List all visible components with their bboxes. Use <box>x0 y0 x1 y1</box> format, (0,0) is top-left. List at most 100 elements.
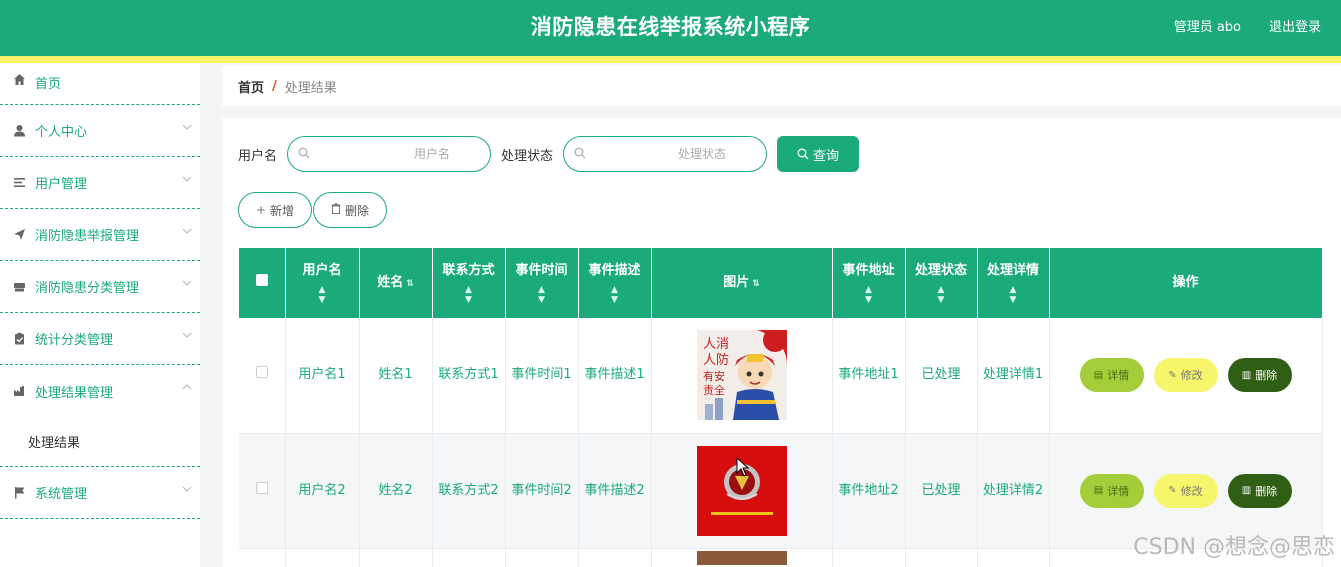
cell-contact: 联系方式2 <box>432 433 506 549</box>
list-icon <box>12 176 26 190</box>
top-header: 消防隐患在线举报系统小程序 管理员 abo 退出登录 <box>0 0 1341 56</box>
username-search-input[interactable] <box>316 145 451 163</box>
chevron-up-icon <box>182 383 192 394</box>
sidebar-subitem-results[interactable]: 处理结果 <box>0 417 200 467</box>
edit-button-label: 修改 <box>1180 369 1203 383</box>
cell-time: 事件时间1 <box>505 318 579 434</box>
sort-icon: ⇅ <box>406 278 414 289</box>
col-name[interactable]: 姓名 ⇅ <box>359 248 433 318</box>
col-header-label: 图片 <box>723 274 750 290</box>
row-checkbox[interactable] <box>255 481 268 494</box>
sidebar-item-system[interactable]: 系统管理 <box>0 467 200 519</box>
mouse-cursor-icon <box>736 456 750 481</box>
search-row: 用户名 处理状态 查询 <box>238 136 860 172</box>
cell-status <box>905 548 978 567</box>
col-header-label: 事件时间 <box>515 263 568 278</box>
detail-button[interactable]: ▤ 详情 <box>1079 358 1144 393</box>
cell-detail: 处理详情1 <box>977 318 1050 434</box>
batch-delete-button[interactable]: 删除 <box>313 192 387 228</box>
col-time[interactable]: 事件时间 ▲ ▼ <box>505 248 579 318</box>
search-icon <box>797 148 809 160</box>
plus-icon: + <box>255 203 267 217</box>
sort-icon: ▲ ▼ <box>937 285 945 305</box>
col-address[interactable]: 事件地址 ▲ ▼ <box>832 248 906 318</box>
trash-icon: ▥ <box>1241 485 1252 496</box>
cell-address: 事件地址2 <box>832 433 906 549</box>
cell-contact <box>432 548 506 567</box>
logout-link[interactable]: 退出登录 <box>1269 16 1321 35</box>
edit-button[interactable]: ✎ 修改 <box>1153 358 1218 393</box>
report-image-thumbnail[interactable] <box>696 551 787 565</box>
add-button[interactable]: + 新增 <box>238 192 312 228</box>
query-button[interactable]: 查询 <box>777 136 860 172</box>
header-accent-strip <box>0 56 1341 63</box>
sidebar-item-stats-category[interactable]: 统计分类管理 <box>0 313 200 365</box>
col-username[interactable]: 用户名 ▲ ▼ <box>285 248 360 318</box>
row-checkbox[interactable] <box>255 366 268 379</box>
sort-icon: ▲ ▼ <box>318 285 326 305</box>
status-filter-label: 处理状态 <box>501 148 554 164</box>
col-ops: 操作 <box>1049 248 1323 318</box>
svg-text:有安: 有安 <box>703 369 725 383</box>
sidebar-item-label: 消防隐患分类管理 <box>35 281 140 296</box>
col-image[interactable]: 图片 ⇅ <box>651 248 833 318</box>
select-all-checkbox[interactable] <box>255 274 268 286</box>
col-contact[interactable]: 联系方式 ▲ ▼ <box>432 248 506 318</box>
content-panel: 用户名 处理状态 查询 + 新增 <box>222 118 1341 567</box>
watermark: CSDN @想念@思恋 <box>1133 535 1335 560</box>
sort-icon: ▲ ▼ <box>865 285 872 305</box>
sidebar-item-home[interactable]: 首页 <box>0 63 200 105</box>
sort-icon: ▲ ▼ <box>1009 285 1017 305</box>
col-detail[interactable]: 处理详情 ▲ ▼ <box>977 248 1050 318</box>
cell-detail: 处理详情2 <box>977 433 1050 549</box>
app-title: 消防隐患在线举报系统小程序 <box>530 15 811 39</box>
cell-name: 姓名2 <box>359 433 433 549</box>
report-image-thumbnail[interactable]: 人消 人防 有安 责全 <box>696 330 787 421</box>
username-search-box <box>287 136 492 172</box>
box-icon <box>12 280 26 294</box>
user-icon <box>12 124 26 138</box>
search-icon <box>298 147 310 162</box>
col-status[interactable]: 处理状态 ▲ ▼ <box>905 248 978 318</box>
detail-button[interactable]: ▤ 详情 <box>1079 473 1144 508</box>
delete-button-label: 删除 <box>1255 369 1278 383</box>
delete-button-label: 删除 <box>1255 484 1278 498</box>
breadcrumb-current: 处理结果 <box>284 80 337 96</box>
col-desc[interactable]: 事件描述 ▲ ▼ <box>578 248 652 318</box>
select-all-cell <box>239 248 286 318</box>
col-header-label: 事件地址 <box>842 263 895 278</box>
cell-image: 人消 人防 有安 责全 <box>651 318 833 434</box>
sidebar-item-result-mgmt[interactable]: 处理结果管理 <box>0 365 200 417</box>
col-header-label: 姓名 <box>377 274 404 290</box>
chevron-down-icon <box>182 227 192 238</box>
col-header-label: 事件描述 <box>588 263 641 278</box>
pencil-icon: ✎ <box>1168 485 1177 496</box>
status-search-input[interactable] <box>592 145 727 163</box>
sidebar: 首页 个人中心 用户管理 消防隐患举报管理 消防隐患分类管理 统计分类管理 处理… <box>0 63 200 567</box>
row-select-cell <box>239 433 286 549</box>
sidebar-item-profile[interactable]: 个人中心 <box>0 105 200 157</box>
col-header-label: 处理详情 <box>986 263 1039 278</box>
cell-name: 姓名1 <box>359 318 433 434</box>
delete-button[interactable]: ▥ 删除 <box>1227 358 1292 393</box>
cell-contact: 联系方式1 <box>432 318 506 434</box>
document-icon: ▤ <box>1093 369 1104 381</box>
sort-icon: ▲ ▼ <box>538 285 545 305</box>
sort-icon: ⇅ <box>752 278 760 289</box>
search-icon <box>574 147 586 162</box>
sidebar-item-label: 消防隐患举报管理 <box>35 229 140 244</box>
breadcrumb-home[interactable]: 首页 <box>238 77 264 96</box>
detail-button-label: 详情 <box>1107 484 1130 498</box>
edit-button[interactable]: ✎ 修改 <box>1153 473 1218 508</box>
sidebar-item-hazard-category[interactable]: 消防隐患分类管理 <box>0 261 200 313</box>
col-header-label: 处理状态 <box>914 263 967 278</box>
delete-button[interactable]: ▥ 删除 <box>1227 473 1292 508</box>
pencil-icon: ✎ <box>1168 369 1177 381</box>
sidebar-item-hazard-report[interactable]: 消防隐患举报管理 <box>0 209 200 261</box>
svg-text:人消: 人消 <box>703 337 729 352</box>
sidebar-item-users[interactable]: 用户管理 <box>0 157 200 209</box>
edit-button-label: 修改 <box>1180 484 1203 498</box>
chevron-down-icon <box>182 279 192 290</box>
username-filter-label: 用户名 <box>238 148 278 164</box>
trash-icon: ▥ <box>1241 369 1252 381</box>
